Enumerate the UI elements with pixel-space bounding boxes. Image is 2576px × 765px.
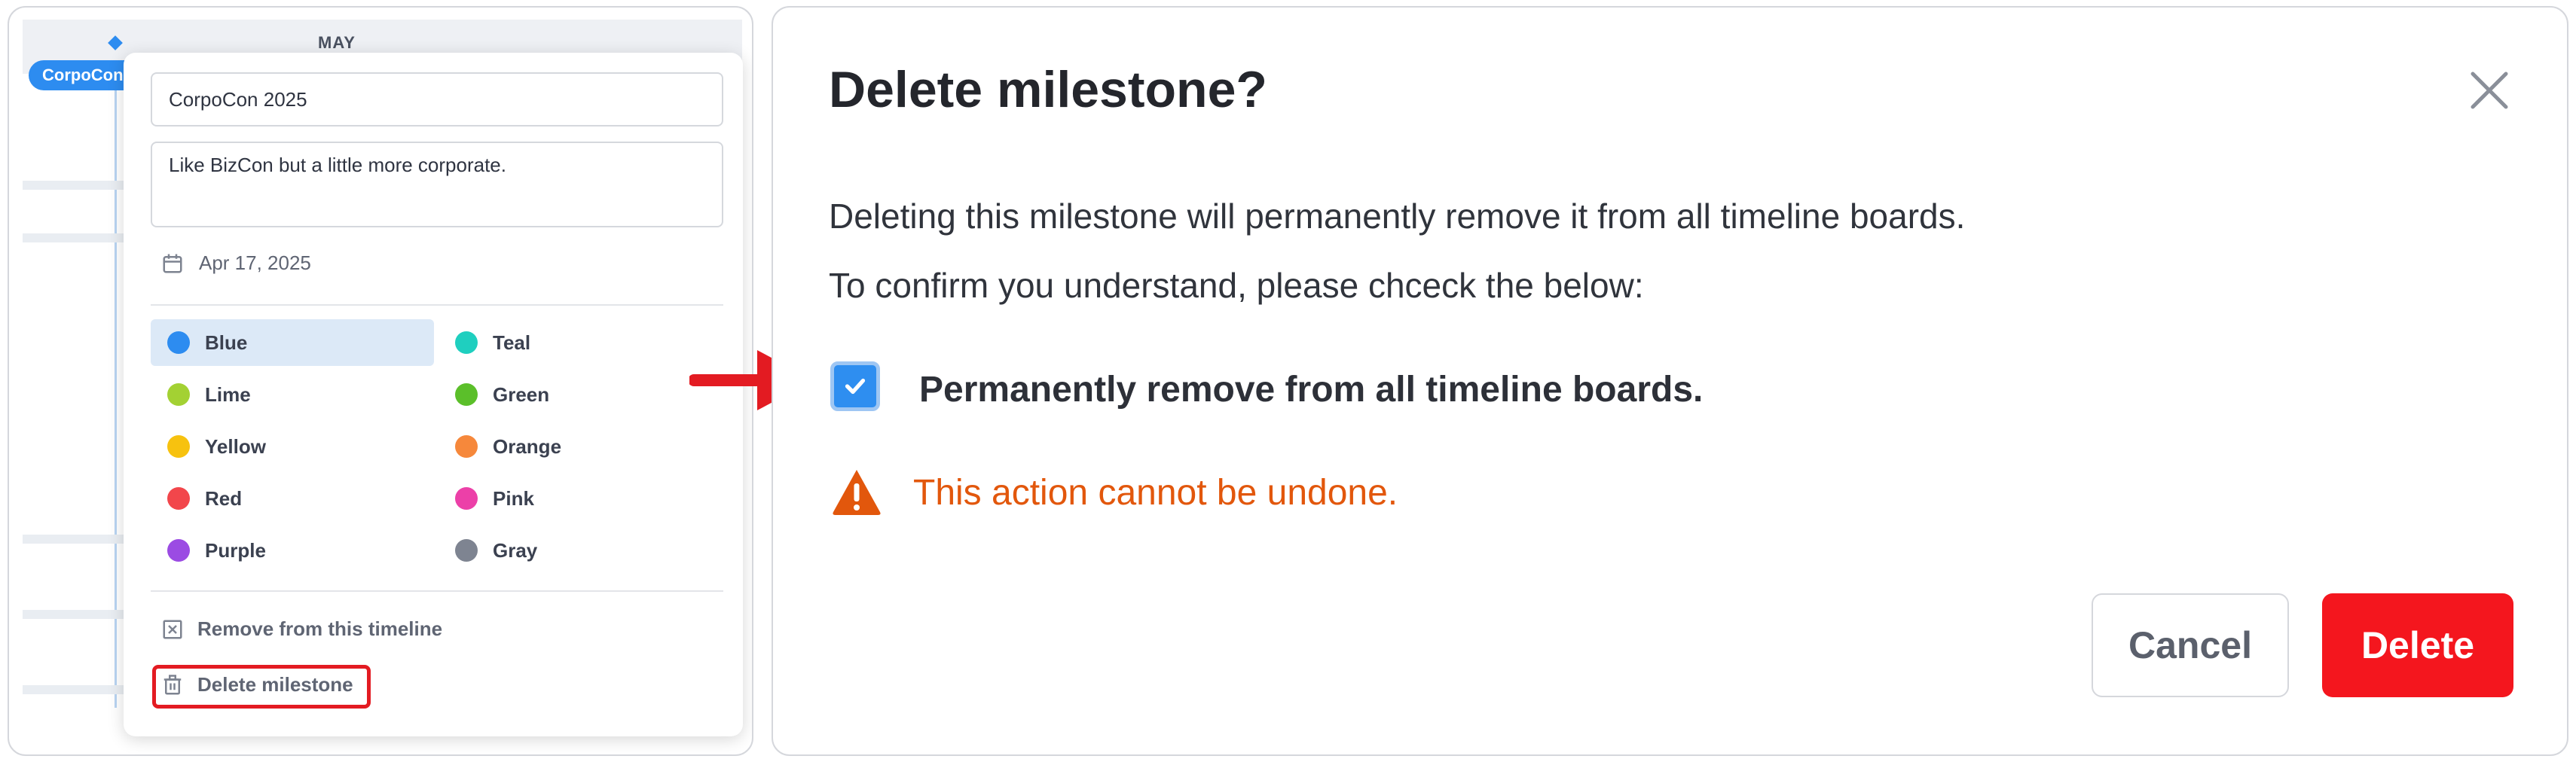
- remove-box-icon: [163, 620, 182, 639]
- delete-milestone-highlight: [152, 665, 371, 709]
- color-swatch-icon: [455, 435, 478, 458]
- color-option-purple[interactable]: Purple: [151, 527, 434, 574]
- confirm-checkbox-label[interactable]: Permanently remove from all timeline boa…: [919, 369, 1703, 410]
- color-option-red[interactable]: Red: [151, 475, 434, 522]
- color-swatch-icon: [167, 487, 190, 510]
- color-option-yellow[interactable]: Yellow: [151, 423, 434, 470]
- milestone-date-text: Apr 17, 2025: [199, 251, 311, 274]
- warning-icon: [833, 470, 881, 515]
- color-option-label: Green: [493, 382, 550, 406]
- color-option-label: Red: [205, 486, 243, 510]
- checkmark-icon: [845, 378, 866, 395]
- timeline-panel: MAY CorpoCon 2025 CorpoCon 2025 Like Biz…: [8, 6, 753, 756]
- divider: [151, 590, 723, 592]
- remove-from-timeline-button[interactable]: Remove from this timeline: [161, 617, 442, 641]
- delete-milestone-dialog: Delete milestone? Deleting this mileston…: [772, 6, 2568, 756]
- month-label: MAY: [318, 33, 356, 52]
- color-swatch-icon: [455, 487, 478, 510]
- color-option-label: Gray: [493, 538, 538, 562]
- cancel-button[interactable]: Cancel: [2092, 593, 2289, 697]
- color-swatch-icon: [167, 383, 190, 406]
- milestone-edit-popover: CorpoCon 2025 Like BizCon but a little m…: [124, 53, 743, 736]
- color-swatch-icon: [167, 435, 190, 458]
- color-option-orange[interactable]: Orange: [439, 423, 722, 470]
- color-option-blue[interactable]: Blue: [151, 319, 434, 366]
- color-option-lime[interactable]: Lime: [151, 371, 434, 418]
- confirm-checkbox[interactable]: [830, 361, 880, 411]
- color-swatch-icon: [167, 539, 190, 562]
- dialog-message: Deleting this milestone will permanently…: [829, 197, 1966, 236]
- color-swatch-icon: [455, 331, 478, 354]
- color-option-label: Teal: [493, 331, 531, 354]
- color-option-label: Orange: [493, 434, 562, 458]
- color-option-label: Pink: [493, 486, 534, 510]
- divider: [151, 304, 723, 306]
- delete-button[interactable]: Delete: [2322, 593, 2513, 697]
- color-option-green[interactable]: Green: [439, 371, 722, 418]
- color-option-gray[interactable]: Gray: [439, 527, 722, 574]
- color-swatch-icon: [455, 539, 478, 562]
- color-option-label: Lime: [205, 382, 251, 406]
- milestone-title-input[interactable]: CorpoCon 2025: [151, 72, 723, 126]
- remove-from-timeline-label: Remove from this timeline: [197, 617, 443, 640]
- color-option-teal[interactable]: Teal: [439, 319, 722, 366]
- dialog-instruction: To confirm you understand, please chceck…: [829, 266, 1644, 305]
- color-option-label: Purple: [205, 538, 266, 562]
- color-swatch-icon: [167, 331, 190, 354]
- dialog-title: Delete milestone?: [829, 61, 1267, 118]
- color-option-label: Yellow: [205, 434, 266, 458]
- milestone-description-input[interactable]: Like BizCon but a little more corporate.: [151, 142, 723, 227]
- color-swatch-icon: [455, 383, 478, 406]
- calendar-icon: [163, 254, 182, 273]
- close-icon[interactable]: [2465, 66, 2513, 114]
- color-option-label: Blue: [205, 331, 248, 354]
- milestone-date-field[interactable]: Apr 17, 2025: [161, 251, 311, 275]
- warning-text: This action cannot be undone.: [913, 473, 1398, 513]
- color-option-pink[interactable]: Pink: [439, 475, 722, 522]
